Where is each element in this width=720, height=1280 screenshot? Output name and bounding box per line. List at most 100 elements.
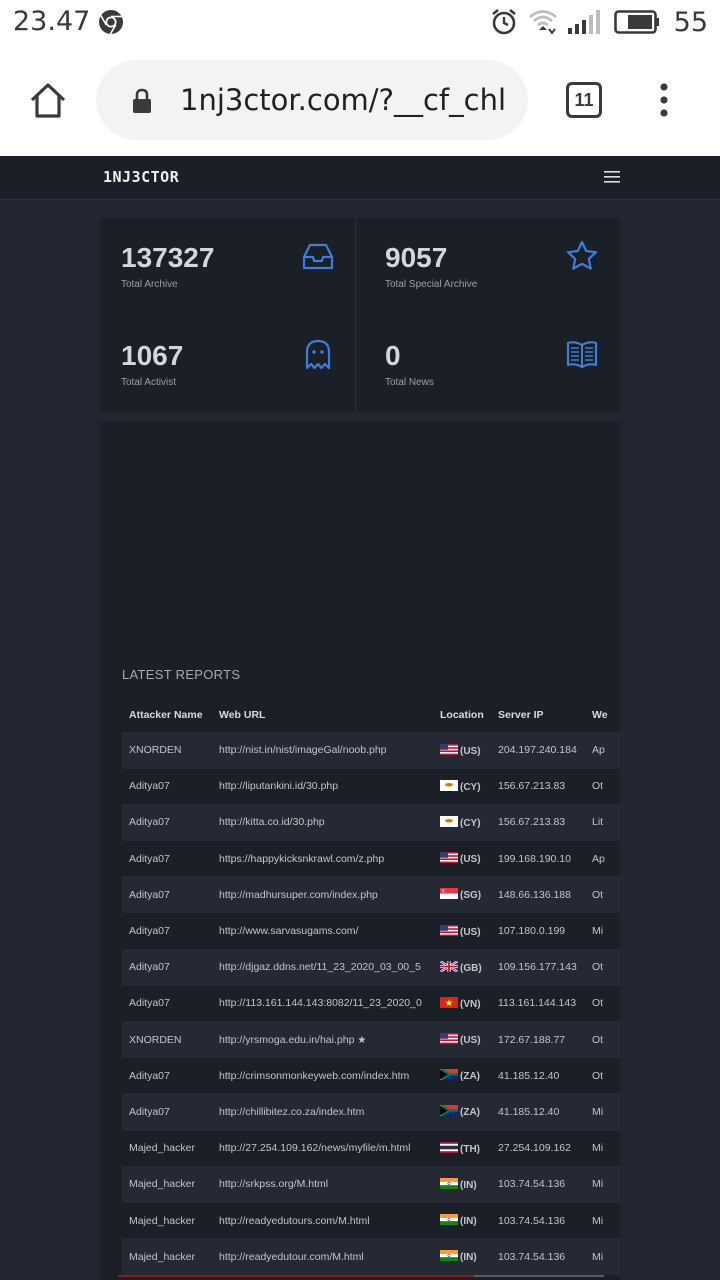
location: (IN): [433, 1201, 491, 1239]
web-url[interactable]: http://nist.in/nist/imageGal/noob.php: [212, 731, 433, 769]
web-server: Ot: [585, 984, 620, 1022]
web-url[interactable]: http://yrsmoga.edu.in/hai.php ★: [212, 1020, 433, 1058]
attacker-name[interactable]: Aditya07: [122, 1057, 212, 1094]
server-ip: 103.74.54.136: [491, 1165, 585, 1203]
flag-cy-icon: [440, 779, 460, 793]
country-code: (SG): [460, 890, 482, 902]
attacker-name[interactable]: Aditya07: [122, 912, 212, 950]
table-row[interactable]: Aditya07 http://113.161.144.143:8082/11_2…: [122, 984, 620, 1022]
table-row[interactable]: Aditya07 http://djgaz.ddns.net/11_23_2020…: [122, 948, 620, 986]
web-server: Ap: [585, 731, 620, 769]
web-url-text[interactable]: http://readyedutours.com/M.html: [219, 1215, 370, 1227]
attacker-name[interactable]: Majed_hacker: [122, 1201, 212, 1239]
web-url-text[interactable]: http://madhursuper.com/index.php: [219, 889, 378, 901]
web-url[interactable]: http://www.sarvasugams.com/: [212, 912, 433, 950]
web-url[interactable]: http://113.161.144.143:8082/11_23_2020_0: [212, 984, 433, 1022]
web-url[interactable]: http://kitta.co.id/30.php: [212, 803, 433, 841]
attacker-name[interactable]: Aditya07: [122, 984, 212, 1022]
web-server: Ot: [585, 767, 620, 805]
inbox-icon: [302, 243, 334, 270]
web-url[interactable]: https://happykicksnkrawl.com/z.php: [212, 840, 433, 877]
web-url-text[interactable]: http://nist.in/nist/imageGal/noob.php: [219, 744, 387, 756]
web-url[interactable]: http://liputankini.id/30.php: [212, 767, 433, 805]
web-url-text[interactable]: http://readyedutour.com/M.html: [219, 1251, 364, 1263]
attacker-name[interactable]: Majed_hacker: [122, 1129, 212, 1167]
web-url-text[interactable]: http://djgaz.ddns.net/11_23_2020_03_00_5: [219, 961, 421, 973]
chrome-icon: [99, 10, 123, 35]
web-url[interactable]: http://crimsonmonkeyweb.com/index.htm: [212, 1057, 433, 1094]
attacker-name[interactable]: Aditya07: [122, 948, 212, 986]
web-url[interactable]: http://27.254.109.162/news/myfile/m.html: [212, 1129, 433, 1167]
attacker-name[interactable]: Majed_hacker: [122, 1238, 212, 1275]
web-url-text[interactable]: http://yrsmoga.edu.in/hai.php: [219, 1034, 354, 1046]
attacker-name[interactable]: XNORDEN: [122, 1020, 212, 1058]
web-url-text[interactable]: http://chillibitez.co.za/index.htm: [219, 1106, 364, 1118]
stat-label: Total Activist: [121, 377, 177, 388]
attacker-name[interactable]: XNORDEN: [122, 731, 212, 769]
site-logo[interactable]: 1NJ3CTOR: [103, 168, 179, 186]
web-server: Mi: [585, 1201, 620, 1239]
flag-in-icon: [440, 1250, 460, 1263]
server-ip: 156.67.213.83: [491, 767, 585, 805]
more-options-icon[interactable]: [654, 80, 674, 120]
web-url-text[interactable]: http://crimsonmonkeyweb.com/index.htm: [219, 1070, 409, 1082]
table-row[interactable]: Majed_hacker http://srkpss.org/M.html (IN)…: [122, 1165, 620, 1203]
home-icon[interactable]: [28, 80, 68, 120]
web-url[interactable]: http://readyedutour.com/M.html: [212, 1238, 433, 1275]
web-url[interactable]: http://madhursuper.com/index.php: [212, 876, 433, 913]
server-ip: 172.67.188.77: [491, 1020, 585, 1058]
table-row[interactable]: Majed_hacker http://27.254.109.162/news/m…: [122, 1129, 620, 1167]
web-url-text[interactable]: http://www.sarvasugams.com/: [219, 925, 358, 937]
attacker-name[interactable]: Majed_hacker: [122, 1165, 212, 1203]
latest-reports-panel: LATEST REPORTS Attacker Name Web URL Loc…: [100, 422, 620, 1280]
column-header: We: [592, 708, 608, 721]
hamburger-menu-icon[interactable]: [604, 170, 620, 184]
web-url[interactable]: http://chillibitez.co.za/index.htm: [212, 1093, 433, 1131]
tab-switcher-button[interactable]: 11: [566, 82, 602, 118]
country-code: (CY): [460, 817, 481, 829]
attacker-name[interactable]: Aditya07: [122, 767, 212, 805]
column-header: Server IP: [498, 708, 544, 721]
stat-value: 9057: [385, 242, 448, 273]
table-row[interactable]: Aditya07 https://happykicksnkrawl.com/z.p…: [122, 840, 620, 877]
web-url-text[interactable]: http://liputankini.id/30.php: [219, 780, 338, 792]
flag-in-icon: [440, 1177, 460, 1191]
table-row[interactable]: Aditya07 http://liputankini.id/30.php (CY)…: [122, 767, 620, 805]
attacker-name[interactable]: Aditya07: [122, 876, 212, 913]
web-url[interactable]: http://djgaz.ddns.net/11_23_2020_03_00_5: [212, 948, 433, 986]
web-url[interactable]: http://srkpss.org/M.html: [212, 1165, 433, 1203]
url-bar[interactable]: 1nj3ctor.com/?__cf_chl: [96, 60, 528, 140]
web-url-text[interactable]: https://happykicksnkrawl.com/z.php: [219, 853, 384, 865]
web-url[interactable]: http://readyedutours.com/M.html: [212, 1201, 433, 1239]
column-header: Attacker Name: [129, 708, 203, 721]
location: (CY): [433, 767, 491, 805]
flag-th-icon: [440, 1141, 460, 1155]
table-row[interactable]: Majed_hacker http://readyedutours.com/M.h…: [122, 1201, 620, 1239]
table-row[interactable]: Aditya07 http://kitta.co.id/30.php (CY) 156…: [122, 803, 620, 841]
table-row[interactable]: Majed_hacker http://readyedutour.com/M.ht…: [122, 1238, 620, 1275]
flag-za-icon: [440, 1069, 460, 1082]
location: (CY): [433, 803, 491, 841]
table-row[interactable]: Aditya07 http://crimsonmonkeyweb.com/inde…: [122, 1057, 620, 1094]
web-server: Ot: [585, 876, 620, 913]
web-url-text[interactable]: http://srkpss.org/M.html: [219, 1178, 328, 1190]
table-row[interactable]: Aditya07 http://www.sarvasugams.com/ (US) 1…: [122, 912, 620, 950]
status-bar: 23.47 55: [0, 0, 720, 44]
table-row[interactable]: Aditya07 http://madhursuper.com/index.php…: [122, 876, 620, 913]
table-row[interactable]: XNORDEN http://nist.in/nist/imageGal/noob…: [122, 731, 620, 769]
country-code: (CY): [460, 781, 481, 793]
web-url-text[interactable]: http://kitta.co.id/30.php: [219, 816, 325, 828]
table-row[interactable]: XNORDEN http://yrsmoga.edu.in/hai.php ★ (U…: [122, 1020, 620, 1058]
stat-total-news: 0 Total News: [364, 316, 624, 413]
flag-us-icon: [440, 1033, 460, 1046]
table-row[interactable]: Aditya07 http://chillibitez.co.za/index.h…: [122, 1093, 620, 1131]
flag-za-icon: [440, 1105, 460, 1118]
attacker-name[interactable]: Aditya07: [122, 840, 212, 877]
web-url-text[interactable]: http://113.161.144.143:8082/11_23_2020_0: [219, 997, 422, 1009]
flag-us-icon: [440, 743, 460, 757]
web-url-text[interactable]: http://27.254.109.162/news/myfile/m.html: [219, 1142, 410, 1154]
location: (IN): [433, 1238, 491, 1275]
attacker-name[interactable]: Aditya07: [122, 1093, 212, 1131]
location: (US): [433, 912, 491, 950]
attacker-name[interactable]: Aditya07: [122, 803, 212, 841]
